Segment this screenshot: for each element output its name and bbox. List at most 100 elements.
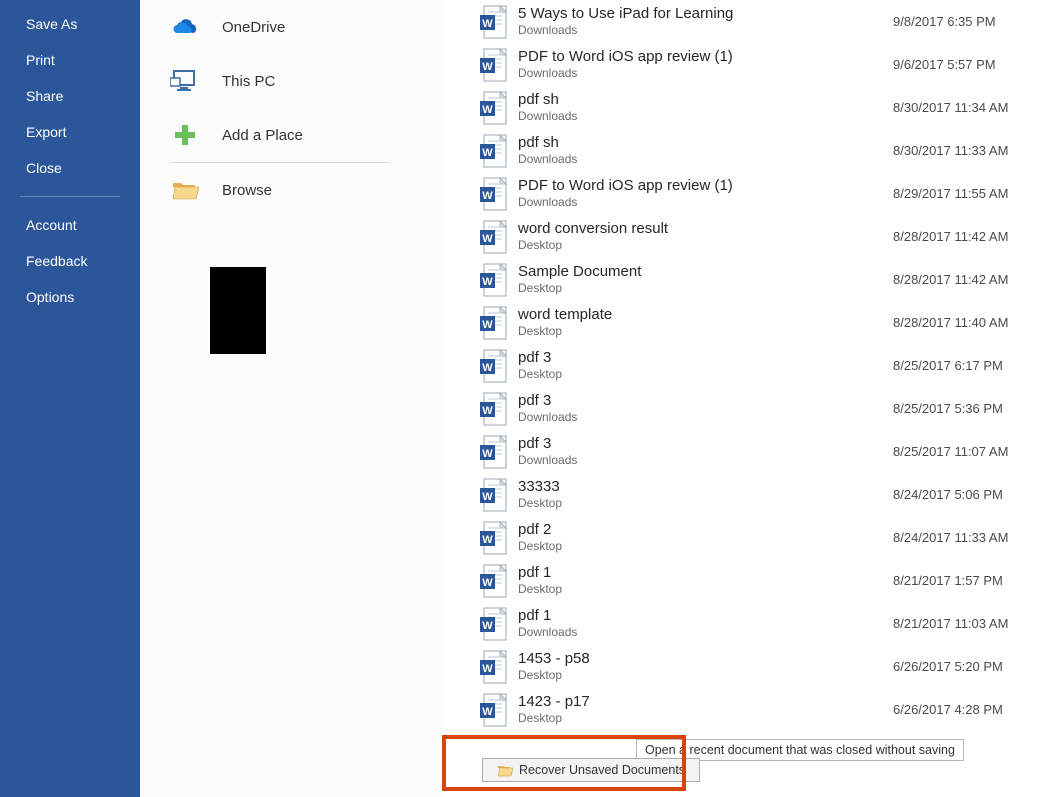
file-name: pdf 3 — [518, 348, 893, 368]
svg-text:W: W — [482, 534, 493, 546]
file-name: pdf sh — [518, 133, 893, 153]
svg-text:W: W — [482, 362, 493, 374]
location-item[interactable]: Browse — [170, 163, 442, 217]
file-location: Downloads — [518, 410, 893, 426]
file-date: 8/28/2017 11:40 AM — [893, 315, 1043, 330]
file-date: 6/26/2017 5:20 PM — [893, 659, 1043, 674]
recent-file-row[interactable]: W pdf 1Desktop8/21/2017 1:57 PM — [478, 559, 1043, 602]
recover-unsaved-button[interactable]: Recover Unsaved Documents — [482, 758, 700, 782]
svg-text:W: W — [482, 276, 493, 288]
recent-file-row[interactable]: W pdf 3Downloads8/25/2017 5:36 PM — [478, 387, 1043, 430]
svg-text:W: W — [482, 577, 493, 589]
location-label: Add a Place — [222, 127, 303, 144]
location-label: This PC — [222, 73, 275, 90]
sidebar-item[interactable]: Account — [0, 207, 140, 243]
file-menu-sidebar: Save AsPrintShareExportClose AccountFeed… — [0, 0, 140, 797]
file-date: 8/24/2017 11:33 AM — [893, 530, 1043, 545]
file-name: pdf sh — [518, 90, 893, 110]
svg-text:W: W — [482, 190, 493, 202]
file-date: 9/8/2017 6:35 PM — [893, 14, 1043, 29]
word-doc-icon: W — [478, 649, 508, 685]
locations-pane: OneDrive This PC Add a Place Browse — [140, 0, 442, 797]
sidebar-item[interactable]: Save As — [0, 6, 140, 42]
file-name: pdf 3 — [518, 391, 893, 411]
svg-text:W: W — [482, 61, 493, 73]
recent-file-row[interactable]: W pdf 3Downloads8/25/2017 11:07 AM — [478, 430, 1043, 473]
svg-text:W: W — [482, 448, 493, 460]
word-doc-icon: W — [478, 477, 508, 513]
location-item[interactable]: Add a Place — [170, 108, 442, 162]
file-location: Downloads — [518, 453, 893, 469]
word-doc-icon: W — [478, 133, 508, 169]
recent-file-row[interactable]: W PDF to Word iOS app review (1)Download… — [478, 43, 1043, 86]
file-name: 1423 - p17 — [518, 692, 893, 712]
file-date: 8/28/2017 11:42 AM — [893, 272, 1043, 287]
location-label: Browse — [222, 182, 272, 199]
file-date: 8/21/2017 1:57 PM — [893, 573, 1043, 588]
file-name: PDF to Word iOS app review (1) — [518, 47, 893, 67]
file-name: pdf 1 — [518, 606, 893, 626]
location-item[interactable]: OneDrive — [170, 0, 442, 54]
file-location: Desktop — [518, 324, 893, 340]
file-date: 8/25/2017 6:17 PM — [893, 358, 1043, 373]
file-date: 6/26/2017 4:28 PM — [893, 702, 1043, 717]
recent-file-row[interactable]: W Sample DocumentDesktop8/28/2017 11:42 … — [478, 258, 1043, 301]
file-location: Desktop — [518, 711, 893, 727]
sidebar-separator — [20, 196, 120, 197]
recent-file-row[interactable]: W pdf shDownloads8/30/2017 11:34 AM — [478, 86, 1043, 129]
file-name: pdf 3 — [518, 434, 893, 454]
sidebar-item[interactable]: Feedback — [0, 243, 140, 279]
recent-file-row[interactable]: W pdf shDownloads8/30/2017 11:33 AM — [478, 129, 1043, 172]
word-doc-icon: W — [478, 348, 508, 384]
recent-file-row[interactable]: W pdf 1Downloads8/21/2017 11:03 AM — [478, 602, 1043, 645]
file-date: 8/30/2017 11:34 AM — [893, 100, 1043, 115]
svg-text:W: W — [482, 104, 493, 116]
file-location: Downloads — [518, 23, 893, 39]
word-doc-icon: W — [478, 90, 508, 126]
recent-file-row[interactable]: W PDF to Word iOS app review (1)Download… — [478, 172, 1043, 215]
preview-blackbox — [210, 267, 266, 354]
location-item[interactable]: This PC — [170, 54, 442, 108]
file-name: 5 Ways to Use iPad for Learning — [518, 4, 893, 24]
file-name: Sample Document — [518, 262, 893, 282]
recent-file-row[interactable]: W 1423 - p17Desktop6/26/2017 4:28 PM — [478, 688, 1043, 731]
sidebar-item[interactable]: Close — [0, 150, 140, 186]
recent-file-row[interactable]: W pdf 2Desktop8/24/2017 11:33 AM — [478, 516, 1043, 559]
recent-file-row[interactable]: W 33333Desktop8/24/2017 5:06 PM — [478, 473, 1043, 516]
recent-file-row[interactable]: W pdf 3Desktop8/25/2017 6:17 PM — [478, 344, 1043, 387]
word-doc-icon: W — [478, 563, 508, 599]
svg-text:W: W — [482, 147, 493, 159]
sidebar-item[interactable]: Export — [0, 114, 140, 150]
file-name: word template — [518, 305, 893, 325]
svg-text:W: W — [482, 663, 493, 675]
recent-file-row[interactable]: W word templateDesktop8/28/2017 11:40 AM — [478, 301, 1043, 344]
sidebar-item[interactable]: Print — [0, 42, 140, 78]
file-name: 1453 - p58 — [518, 649, 893, 669]
file-location: Downloads — [518, 109, 893, 125]
svg-text:W: W — [482, 620, 493, 632]
file-date: 8/24/2017 5:06 PM — [893, 487, 1043, 502]
onedrive-icon — [170, 17, 200, 37]
file-date: 8/28/2017 11:42 AM — [893, 229, 1043, 244]
recent-file-row[interactable]: W 5 Ways to Use iPad for LearningDownloa… — [478, 0, 1043, 43]
file-location: Desktop — [518, 496, 893, 512]
file-location: Desktop — [518, 367, 893, 383]
file-location: Desktop — [518, 582, 893, 598]
recent-file-row[interactable]: W word conversion resultDesktop8/28/2017… — [478, 215, 1043, 258]
addplace-icon — [170, 123, 200, 147]
recent-file-row[interactable]: W 1453 - p58Desktop6/26/2017 5:20 PM — [478, 645, 1043, 688]
sidebar-item[interactable]: Options — [0, 279, 140, 315]
file-name: PDF to Word iOS app review (1) — [518, 176, 893, 196]
svg-text:W: W — [482, 405, 493, 417]
word-doc-icon: W — [478, 434, 508, 470]
browse-icon — [170, 179, 200, 201]
file-location: Desktop — [518, 281, 893, 297]
file-location: Downloads — [518, 195, 893, 211]
sidebar-item[interactable]: Share — [0, 78, 140, 114]
file-date: 8/30/2017 11:33 AM — [893, 143, 1043, 158]
svg-text:W: W — [482, 491, 493, 503]
recent-files-pane: W 5 Ways to Use iPad for LearningDownloa… — [442, 0, 1043, 797]
thispc-icon — [170, 68, 200, 94]
word-doc-icon: W — [478, 47, 508, 83]
svg-text:W: W — [482, 319, 493, 331]
